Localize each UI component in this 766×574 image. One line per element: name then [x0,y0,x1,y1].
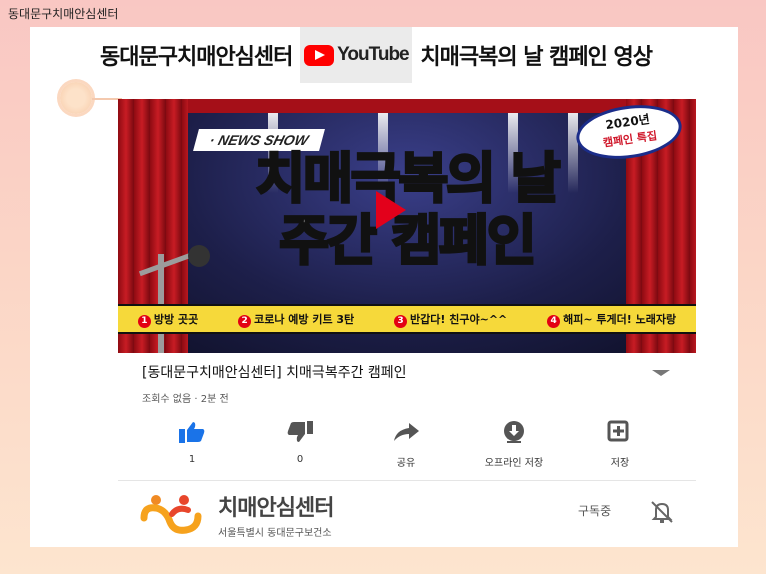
ribbon-number: 3 [394,314,408,328]
expand-chevron-icon[interactable] [652,370,670,376]
channel-row[interactable]: 치매안심센터 서울특별시 동대문구보건소 [138,490,334,539]
share-button[interactable]: 공유 [366,420,446,469]
subscribed-button[interactable]: 구독중 [578,502,611,519]
ribbon-text: 해피~ 투게더! 노래자랑 [563,312,677,326]
video-player[interactable]: · NEWS SHOW 2020년 캠페인 특집 치매극복의 날 주간 캠페인 … [118,99,696,353]
deco-circle [60,82,92,114]
headline: 동대문구치매안심센터 YouTube 치매극복의 날 캠페인 영상 [100,27,653,83]
offline-save-label: 오프라인 저장 [484,458,544,469]
youtube-wordmark: YouTube [337,44,409,65]
ribbon-text: 방방 곳곳 [153,312,199,326]
play-icon[interactable] [376,191,406,229]
dislike-count: 0 [296,454,304,465]
dementia-center-logo-icon [140,494,202,534]
channel-name[interactable]: 치매안심센터 [218,490,334,522]
channel-subtitle: 서울특별시 동대문구보건소 [218,528,332,539]
headline-right: 치매극복의 날 캠페인 영상 [420,45,653,70]
video-title[interactable]: [동대문구치매안심센터] 치매극복주간 캠페인 [142,362,407,382]
microphone-icon [188,245,210,267]
ribbon-number: 2 [238,314,252,328]
dislike-button[interactable]: 0 [260,420,340,465]
thumbs-down-icon [287,421,313,442]
channel-name-block: 치매안심센터 서울특별시 동대문구보건소 [218,490,334,539]
youtube-badge: YouTube [300,27,413,83]
download-icon [504,421,524,443]
thumb-title-line2: 주간 캠페인 [278,209,538,272]
share-label: 공유 [396,458,416,469]
topic-ribbon: 1 방방 곳곳 2 코로나 예방 키트 3탄 3 반갑다! 친구야~^^ 4 해피~ 투… [118,304,696,334]
thumb-title-line1: 치매극복의 날 [254,147,562,210]
share-icon [394,423,419,441]
thumbs-up-icon [179,422,205,443]
ribbon-text: 코로나 예방 키트 3탄 [254,312,355,326]
ribbon-item: 2 코로나 예방 키트 3탄 [238,311,354,328]
channel-logo[interactable] [138,492,208,538]
like-button[interactable]: 1 [152,420,232,465]
bell-off-icon[interactable] [648,498,676,526]
save-label: 저장 [610,458,630,469]
ribbon-item: 1 방방 곳곳 [137,311,199,328]
like-count: 1 [188,454,196,465]
save-button[interactable]: 저장 [580,420,660,469]
video-meta: 조회수 없음 · 2분 전 [142,394,229,405]
playlist-add-icon [607,420,629,442]
ribbon-item: 4 해피~ 투게더! 노래자랑 [547,311,676,328]
headline-left: 동대문구치매안심센터 [100,45,293,70]
ribbon-number: 1 [137,314,151,328]
divider [118,480,696,481]
youtube-play-icon [304,44,335,66]
offline-save-button[interactable]: 오프라인 저장 [474,420,554,469]
ribbon-item: 3 반갑다! 친구야~^^ [394,311,507,328]
ribbon-number: 4 [547,314,561,328]
ribbon-text: 반갑다! 친구야~^^ [410,312,508,326]
corner-label: 동대문구치매안심센터 [8,7,119,21]
